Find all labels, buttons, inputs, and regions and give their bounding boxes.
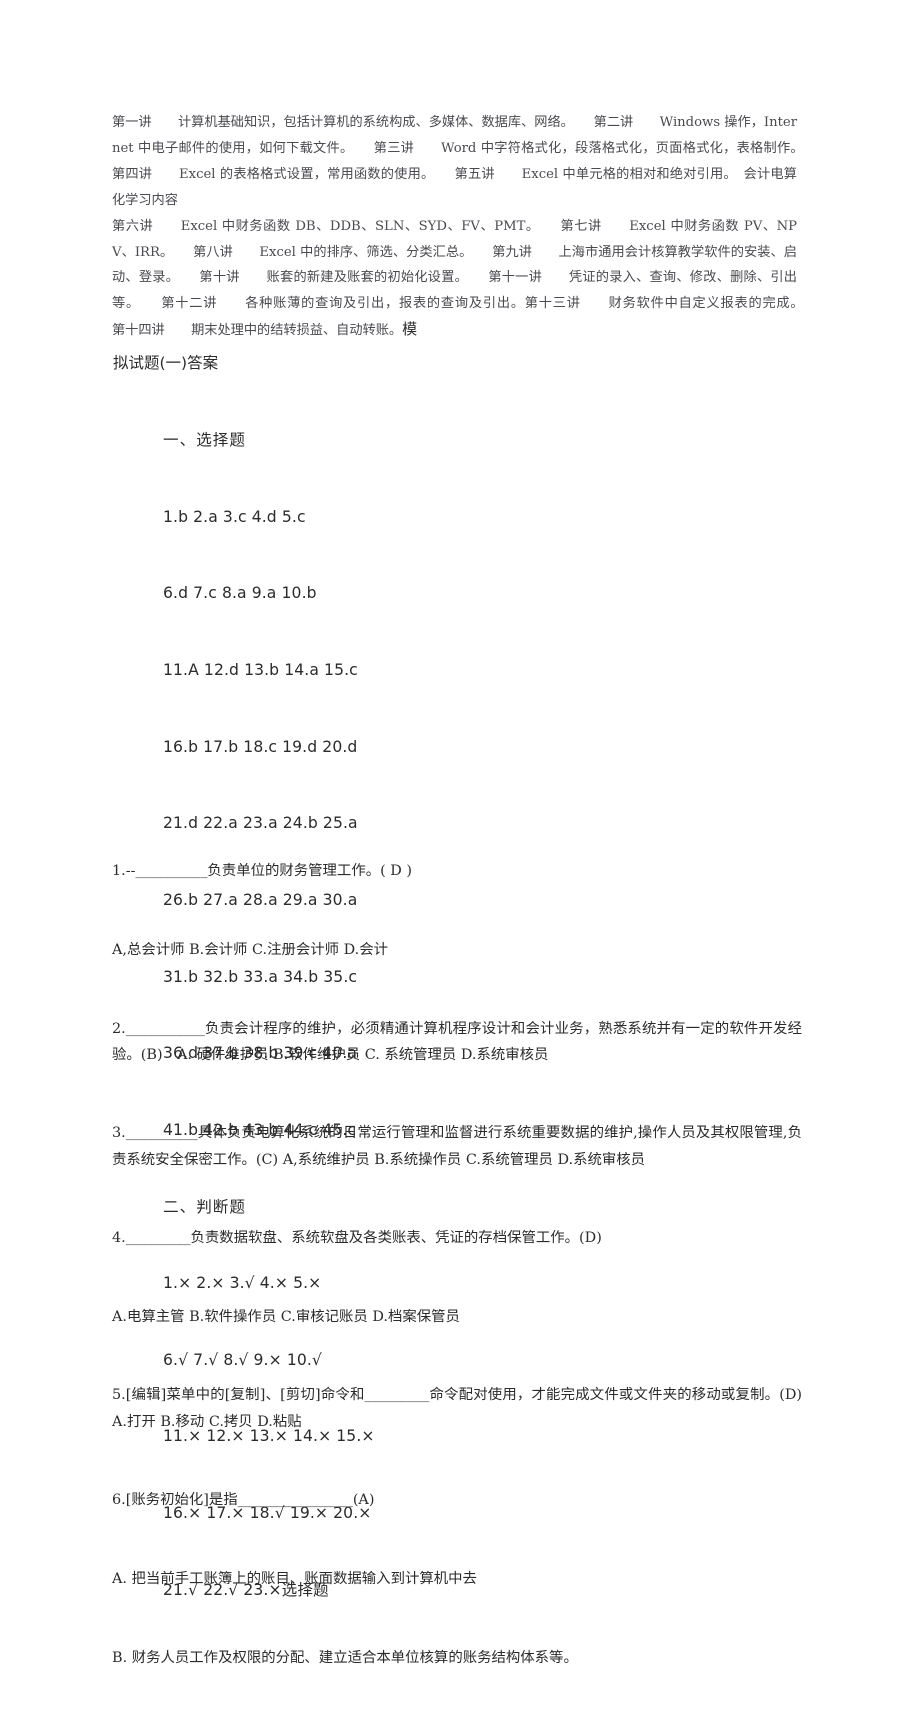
question-item: 5.[编辑]菜单中的[复制]、[剪切]命令和_________命令配对使用，才能… [112,1387,817,1430]
choice-answer-line: 11.A 12.d 13.b 14.a 15.c [163,661,358,680]
course-outline-paragraph: 第一讲 计算机基础知识，包括计算机的系统构成、多媒体、数据库、网络。 第二讲 W… [112,110,797,344]
question-item: 3.__________具体负责电算化系统的日常运行管理和监督进行系统重要数据的… [112,1125,802,1168]
question-option-a: A. 把当前手工账簿上的账目、账面数据输入到计算机中去 [112,1570,477,1587]
question-list: 1.--__________负责单位的财务管理工作。( D ) A,总会计师 B… [112,806,802,1723]
choice-answer-line: 1.b 2.a 3.c 4.d 5.c [163,507,306,526]
course-outline-text: 第一讲 计算机基础知识，包括计算机的系统构成、多媒体、数据库、网络。 第二讲 W… [112,115,797,339]
document-page: 第一讲 计算机基础知识，包括计算机的系统构成、多媒体、数据库、网络。 第二讲 W… [0,0,920,1666]
question-item: 2.___________负责会计程序的维护，必须精通计算机程序设计和会计业务，… [112,1020,802,1063]
question-options: A.电算主管 B.软件操作员 C.审核记账员 D.档案保管员 [112,1308,460,1325]
choice-answer-line: 16.b 17.b 18.c 19.d 20.d [163,737,358,756]
question-options: A,总会计师 B.会计师 C.注册会计师 D.会计 [112,942,388,959]
question-option-b: B. 财务人员工作及权限的分配、建立适合本单位核算的账务结构体系等。 [112,1649,578,1666]
choice-answer-line: 6.d 7.c 8.a 9.a 10.b [163,584,317,603]
answers-title: 拟试题(一)答案 [113,354,219,372]
question-item: 4._________负责数据软盘、系统软盘及各类账表、凭证的存档保管工作。(D… [112,1230,602,1247]
outline-trailing-character: 模 [402,320,418,339]
section-heading-choice: 一、选择题 [163,431,246,450]
question-item: 6.[账务初始化]是指________________(A) [112,1492,375,1509]
question-item: 1.--__________负责单位的财务管理工作。( D ) [112,863,413,880]
